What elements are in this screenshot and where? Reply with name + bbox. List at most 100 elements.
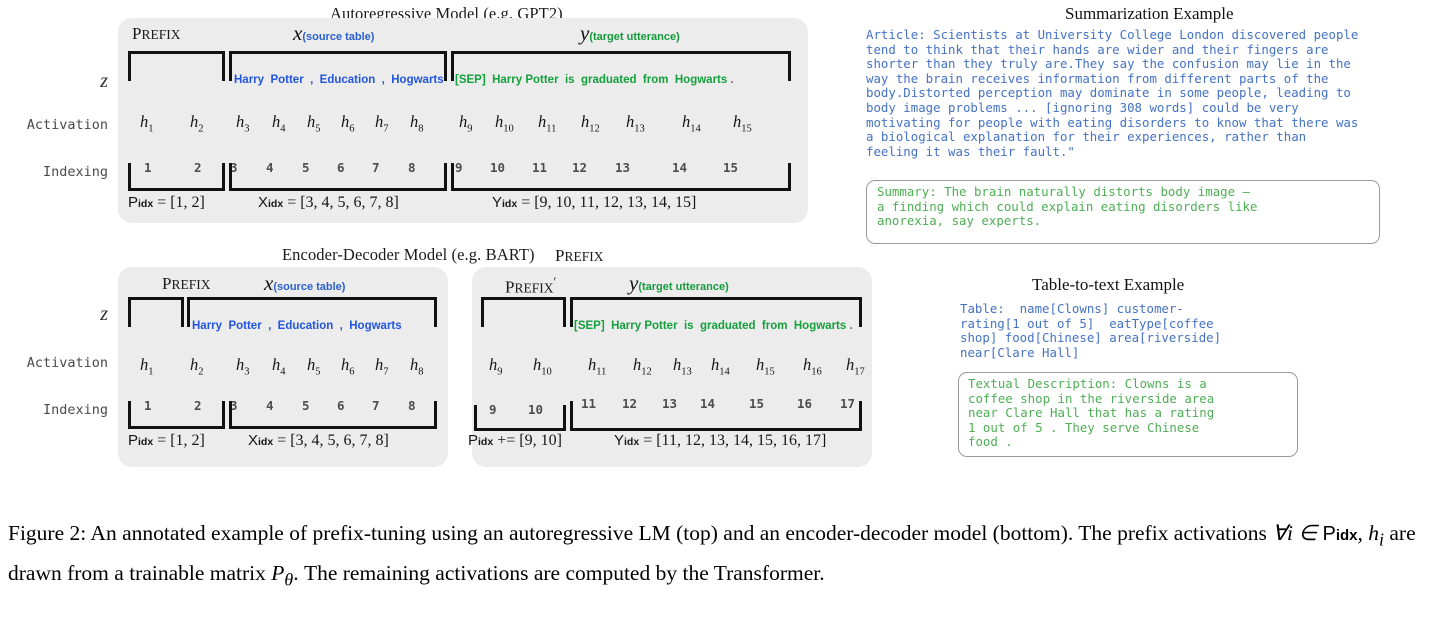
figure-2: Autoregressive Model (e.g. GPT2) z Activ… [0, 0, 1443, 623]
token: Education [319, 74, 376, 86]
activation-h9: h9 [489, 355, 503, 378]
activation-h6: h6 [341, 112, 355, 135]
segment-label-x-encoder: x(source table) [264, 271, 345, 296]
activation-h8: h8 [410, 355, 424, 378]
caption-pidx-sub: idx [1335, 527, 1358, 544]
activation-h11: h11 [538, 112, 557, 135]
tokens-source-encoder: Harry Potter , Education , Hogwarts [192, 320, 402, 332]
segment-label-prefix-decoder: PREFIX′ [505, 274, 556, 298]
formula-yidx-decoder: Yidx = [11, 12, 13, 14, 15, 16, 17] [614, 432, 826, 450]
prefix-smallcaps: REFIX [171, 277, 211, 292]
bracket-xidx-top [229, 163, 447, 191]
y-note: (target utterance) [589, 31, 680, 43]
token: Harry [611, 320, 642, 332]
activation-h8: h8 [410, 112, 424, 135]
token: from [642, 74, 669, 86]
token: , [310, 74, 314, 86]
token: graduated [580, 74, 637, 86]
prefix-prime: ′ [553, 274, 557, 289]
activation-h14: h14 [711, 355, 730, 378]
token: Hogwarts [391, 74, 444, 86]
formula-value: = [9, 10, 11, 12, 13, 14, 15] [517, 194, 697, 211]
bracket-pidx-encoder [128, 401, 225, 429]
formula-symbol: Y [614, 432, 625, 449]
x-note: (source table) [273, 281, 346, 293]
formula-symbol: X [248, 432, 259, 449]
activation-h2: h2 [190, 112, 204, 135]
activation-h13: h13 [626, 112, 645, 135]
formula-pidx-top: Pidx = [1, 2] [128, 194, 205, 212]
token: Potter [228, 320, 262, 332]
formula-symbol: Y [492, 194, 503, 211]
formula-symbol: P [128, 432, 139, 449]
token: Harry [492, 74, 523, 86]
activation-h10: h10 [533, 355, 552, 378]
activation-h13: h13 [673, 355, 692, 378]
activation-h12: h12 [633, 355, 652, 378]
bracket-xidx-encoder [229, 401, 437, 429]
formula-subscript: idx [502, 198, 518, 210]
formula-symbol: X [258, 194, 269, 211]
activation-h1: h1 [140, 112, 154, 135]
caption-part-3: . The remaining activations are computed… [293, 561, 825, 586]
tokens-source-top: Harry Potter , Education , Hogwarts [234, 74, 444, 86]
segment-label-y-decoder: y(target utterance) [629, 271, 729, 296]
token: Potter [270, 74, 304, 86]
segment-label-prefix-encoder: PREFIX [162, 274, 210, 294]
activation-h7: h7 [375, 112, 389, 135]
encoder-decoder-model-title: Encoder-Decoder Model (e.g. BART) [282, 245, 535, 264]
prefix-smallcaps: REFIX [514, 280, 554, 296]
table-to-text-table-text: Table: name[Clowns] customer- rating[1 o… [960, 301, 1222, 360]
token: Harry [192, 320, 223, 332]
token: . [849, 320, 853, 332]
formula-pidx-encoder: Pidx = [1, 2] [128, 432, 205, 450]
table-to-text-description-text: Textual Description: Clowns is a coffee … [968, 376, 1215, 450]
label-activation-top: Activation [26, 117, 108, 133]
token: Hogwarts [674, 74, 728, 86]
bracket-prefix-decoder [481, 297, 566, 327]
formula-value: = [3, 4, 5, 6, 7, 8] [273, 432, 389, 449]
bracket-yidx-top [451, 163, 791, 191]
formula-symbol: P [128, 194, 139, 211]
bracket-yidx-decoder [570, 401, 862, 431]
formula-subscript: idx [478, 436, 494, 448]
tokens-target-decoder: [SEP] Harry Potter is graduated from Hog… [574, 320, 853, 332]
y-symbol: y [580, 21, 590, 45]
segment-label-prefix-top: PREFIX [132, 24, 180, 44]
token: . [730, 74, 734, 86]
formula-value: = [1, 2] [153, 432, 205, 449]
activation-h17: h17 [846, 355, 865, 378]
formula-yidx-top: Yidx = [9, 10, 11, 12, 13, 14, 15] [492, 194, 696, 212]
activation-h3: h3 [236, 112, 250, 135]
segment-label-y-top: y(target utterance) [580, 21, 680, 46]
caption-forall: ∀i ∈ [1272, 521, 1323, 545]
bracket-prefix-encoder [128, 297, 184, 327]
tokens-target-top: [SEP] Harry Potter is graduated from Hog… [455, 74, 734, 86]
activation-h1: h1 [140, 355, 154, 378]
activation-h4: h4 [272, 355, 286, 378]
summarization-article-text: Article: Scientists at University Colleg… [866, 27, 1359, 159]
prefix-smallcaps: REFIX [564, 249, 604, 264]
activation-h16: h16 [803, 355, 822, 378]
label-activation-bottom: Activation [26, 355, 108, 371]
token: Hogwarts [349, 320, 402, 332]
caption-part-1: Figure 2: An annotated example of prefix… [8, 521, 1273, 545]
caption-hi: , h [1357, 521, 1380, 545]
activation-h15: h15 [756, 355, 775, 378]
formula-subscript: idx [138, 198, 154, 210]
token: Hogwarts [793, 320, 847, 332]
token: Potter [525, 74, 559, 86]
bracket-prefix-top [128, 51, 225, 81]
token: , [381, 74, 385, 86]
activation-h15: h15 [733, 112, 752, 135]
bracket-pidx-decoder [474, 405, 566, 431]
summarization-summary-text: Summary: The brain naturally distorts bo… [877, 184, 1258, 229]
formula-symbol: P [468, 432, 479, 449]
activation-h6: h6 [341, 355, 355, 378]
formula-value: = [3, 4, 5, 6, 7, 8] [283, 194, 399, 211]
caption-ptheta: P [271, 561, 285, 586]
formula-subscript: idx [268, 198, 284, 210]
token: , [268, 320, 272, 332]
token: Potter [644, 320, 678, 332]
activation-h2: h2 [190, 355, 204, 378]
